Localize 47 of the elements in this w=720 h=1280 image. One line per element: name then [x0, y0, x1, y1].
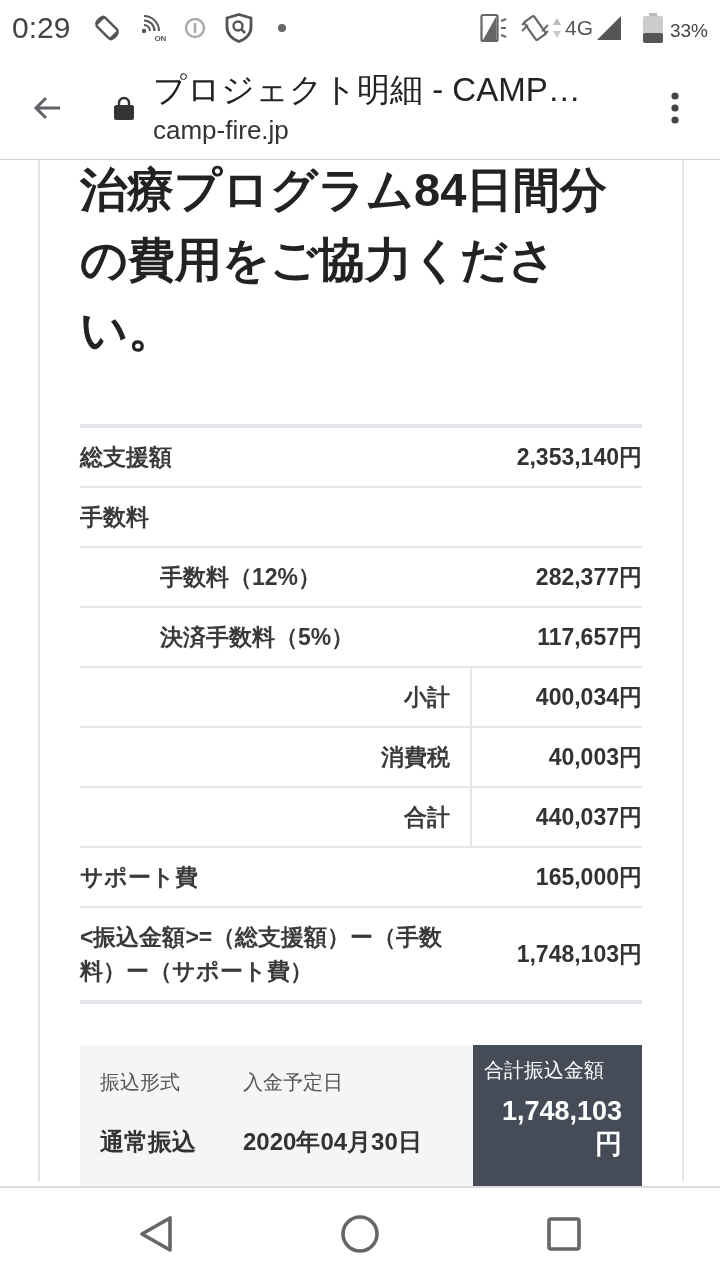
row-value: 165,000円	[535, 863, 642, 892]
row-label: 合計	[404, 803, 450, 832]
data-arrows-icon	[551, 17, 562, 39]
row-label: 決済手数料（5%）	[160, 623, 355, 652]
row-label: 手数料（12%）	[160, 563, 322, 592]
shield-search-icon	[225, 13, 254, 43]
status-time: 0:29	[12, 10, 71, 46]
row-label: 小計	[404, 683, 450, 712]
total-label: 合計振込金額	[484, 1058, 605, 1083]
row-label: <振込金額>=（総支援額）ー（手数料）ー（サポート費）	[80, 923, 444, 986]
row-value: 117,657円	[537, 623, 642, 652]
signal-waves-icon	[140, 15, 163, 35]
back-triangle-icon	[139, 1215, 173, 1253]
row-label: 消費税	[381, 743, 450, 772]
circle-bar-icon	[184, 17, 207, 39]
back-button[interactable]	[33, 95, 61, 120]
row-label: 手数料	[80, 503, 149, 532]
home-circle-icon	[341, 1215, 379, 1253]
row-value: 440,037円	[535, 803, 642, 832]
recents-square-icon	[547, 1217, 581, 1251]
dot-icon	[278, 24, 287, 32]
field-value: 通常振込	[100, 1127, 196, 1157]
row-label: 総支援額	[80, 443, 173, 472]
row-value: 40,003円	[548, 743, 642, 772]
field-value: 2020年04月30日	[243, 1127, 422, 1157]
on-badge-text: ON	[154, 34, 167, 43]
total-amount: 1,748,103円	[500, 1095, 622, 1161]
row-value: 400,034円	[535, 683, 642, 712]
field-label: 振込形式	[100, 1070, 180, 1095]
more-icon	[671, 91, 679, 124]
row-label: サポート費	[80, 863, 199, 892]
back-arrow-icon	[33, 95, 61, 120]
page-title: プロジェクト明細 - CAMP…	[153, 69, 582, 110]
battery-icon	[642, 13, 663, 43]
lock-icon	[114, 95, 134, 120]
network-type: 4G	[564, 15, 593, 41]
signal-icon	[596, 16, 621, 40]
row-value: 2,353,140円	[516, 443, 642, 472]
more-button[interactable]	[671, 91, 679, 124]
phone-waves-icon	[479, 13, 508, 43]
page-heading: 治療プログラム84日間分の費用をご協力ください。	[80, 162, 609, 358]
vibrate-icon	[519, 13, 550, 43]
page-url: camp-fire.jp	[153, 113, 290, 146]
field-label: 入金予定日	[243, 1070, 343, 1095]
row-value: 1,748,103円	[516, 940, 642, 969]
battery-percent: 33%	[669, 20, 708, 42]
row-value: 282,377円	[535, 563, 642, 592]
